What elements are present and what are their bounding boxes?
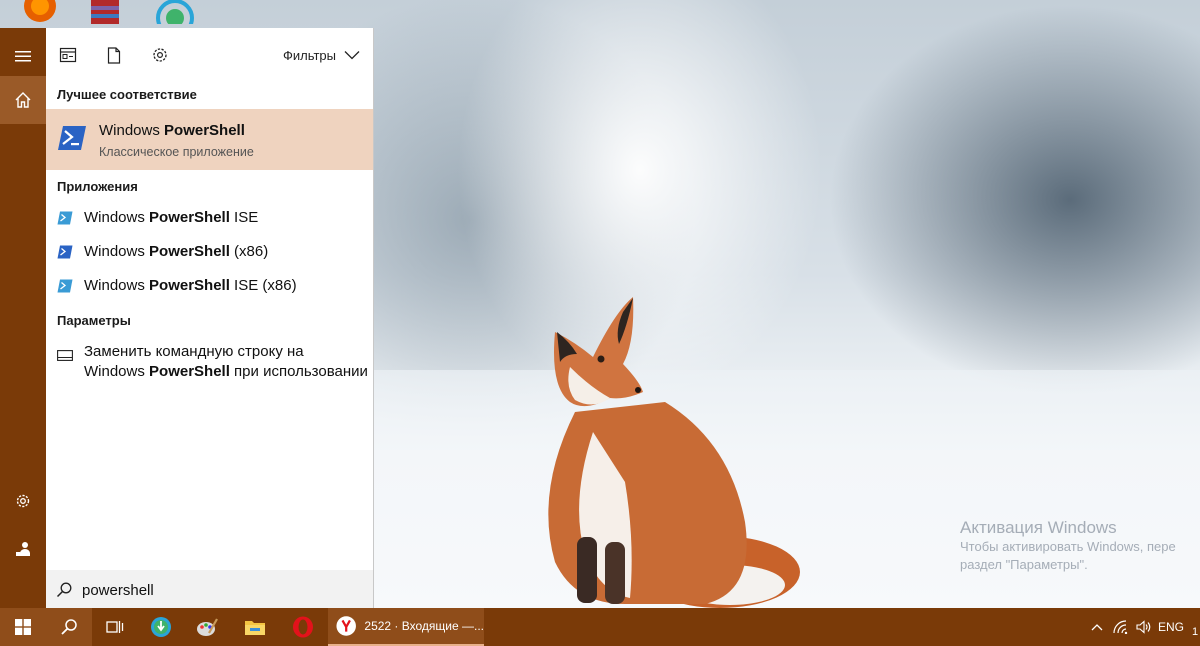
filter-documents-button[interactable] [101,42,127,68]
app-result-label: Windows PowerShell ISE [84,209,259,226]
app-result-powershell-x86[interactable]: Windows PowerShell (x86) [46,235,373,269]
app-result-label: Windows PowerShell ISE (x86) [84,277,297,294]
settings-filter-icon [153,48,167,62]
volume-icon [1136,620,1151,634]
start-button[interactable] [0,608,46,646]
windows-start-icon [15,619,31,635]
desktop-icon-firefox[interactable] [20,0,60,24]
app-result-powershell-ise[interactable]: Windows PowerShell ISE [46,201,373,235]
file-explorer-icon [245,621,265,635]
opera-icon [293,616,313,638]
clock[interactable]: 1 [1190,608,1200,646]
input-language-indicator[interactable]: ENG [1156,608,1186,646]
settings-button[interactable] [0,477,46,525]
activation-title: Активация Windows [960,518,1117,537]
documents-filter-icon [107,46,121,64]
search-taskbar-button[interactable] [46,608,92,646]
taskbar-window-title: 2522 · Входящие —... [364,619,484,633]
yandex-browser-icon [336,616,356,636]
network-button[interactable] [1110,608,1132,646]
settings-header: Параметры [57,313,131,328]
hamburger-icon [15,51,31,62]
filters-dropdown[interactable]: Фильтры [283,45,360,65]
powershell-icon [58,126,86,150]
powershell-icon [57,245,73,259]
best-match-title: Windows PowerShell [99,122,245,139]
search-icon [61,619,77,635]
taskbar-opera[interactable] [280,608,326,646]
task-view-button[interactable] [92,608,138,646]
taskbar-file-explorer[interactable] [230,608,280,646]
user-account-icon [16,542,30,556]
paint-icon [197,618,218,636]
search-icon [56,582,72,598]
filters-label: Фильтры [282,47,336,63]
task-view-icon [106,621,124,633]
network-icon [1113,620,1128,634]
app-result-powershell-ise-x86[interactable]: Windows PowerShell ISE (x86) [46,269,373,303]
settings-gear-icon [16,494,30,508]
best-match-result[interactable]: Windows PowerShell Классическое приложен… [46,109,373,170]
filter-apps-button[interactable] [55,42,81,68]
start-menu-rail [0,28,46,608]
taskbar-app-green[interactable] [138,608,184,646]
search-input[interactable] [82,578,362,602]
powershell-ise-icon [57,211,73,225]
powershell-ise-icon [57,279,73,293]
search-results-panel: Фильтры Лучшее соответствие Windows Powe… [46,28,374,608]
fox-image [548,297,800,608]
setting-result-label: Заменить командную строку на Windows Pow… [84,343,368,380]
chevron-down-icon [344,51,360,60]
apps-filter-icon [59,47,77,63]
hamburger-menu-button[interactable] [0,32,46,80]
app-result-label: Windows PowerShell (x86) [84,243,269,260]
taskbar-app-paint[interactable] [184,608,230,646]
green-app-icon [151,617,171,637]
search-box [46,570,373,608]
desktop-icon-winrar[interactable] [85,0,125,24]
user-account-button[interactable] [0,525,46,573]
chevron-up-icon [1091,624,1103,631]
taskbar: 2522 · Входящие —... ENG 1 [0,608,1200,646]
best-match-subtitle: Классическое приложение [99,145,254,159]
show-hidden-icons-button[interactable] [1086,608,1108,646]
volume-button[interactable] [1133,608,1155,646]
windows-activation-watermark: Активация Windows Чтобы активировать Win… [960,518,1200,574]
taskbar-yandex-mail-window[interactable]: 2522 · Входящие —... [328,608,484,646]
filter-settings-button[interactable] [147,42,173,68]
activation-line-2: раздел "Параметры". [960,557,1088,572]
setting-result-replace-cmd[interactable]: Заменить командную строку на Windows Pow… [46,338,373,382]
best-match-header: Лучшее соответствие [57,87,197,102]
home-button[interactable] [0,76,46,124]
search-filter-toolbar: Фильтры [46,28,374,82]
home-icon [15,92,31,108]
activation-line-1: Чтобы активировать Windows, пере [960,539,1176,554]
desktop-icon-app[interactable] [155,0,195,24]
keyboard-settings-icon [57,350,73,361]
apps-header: Приложения [57,179,138,194]
